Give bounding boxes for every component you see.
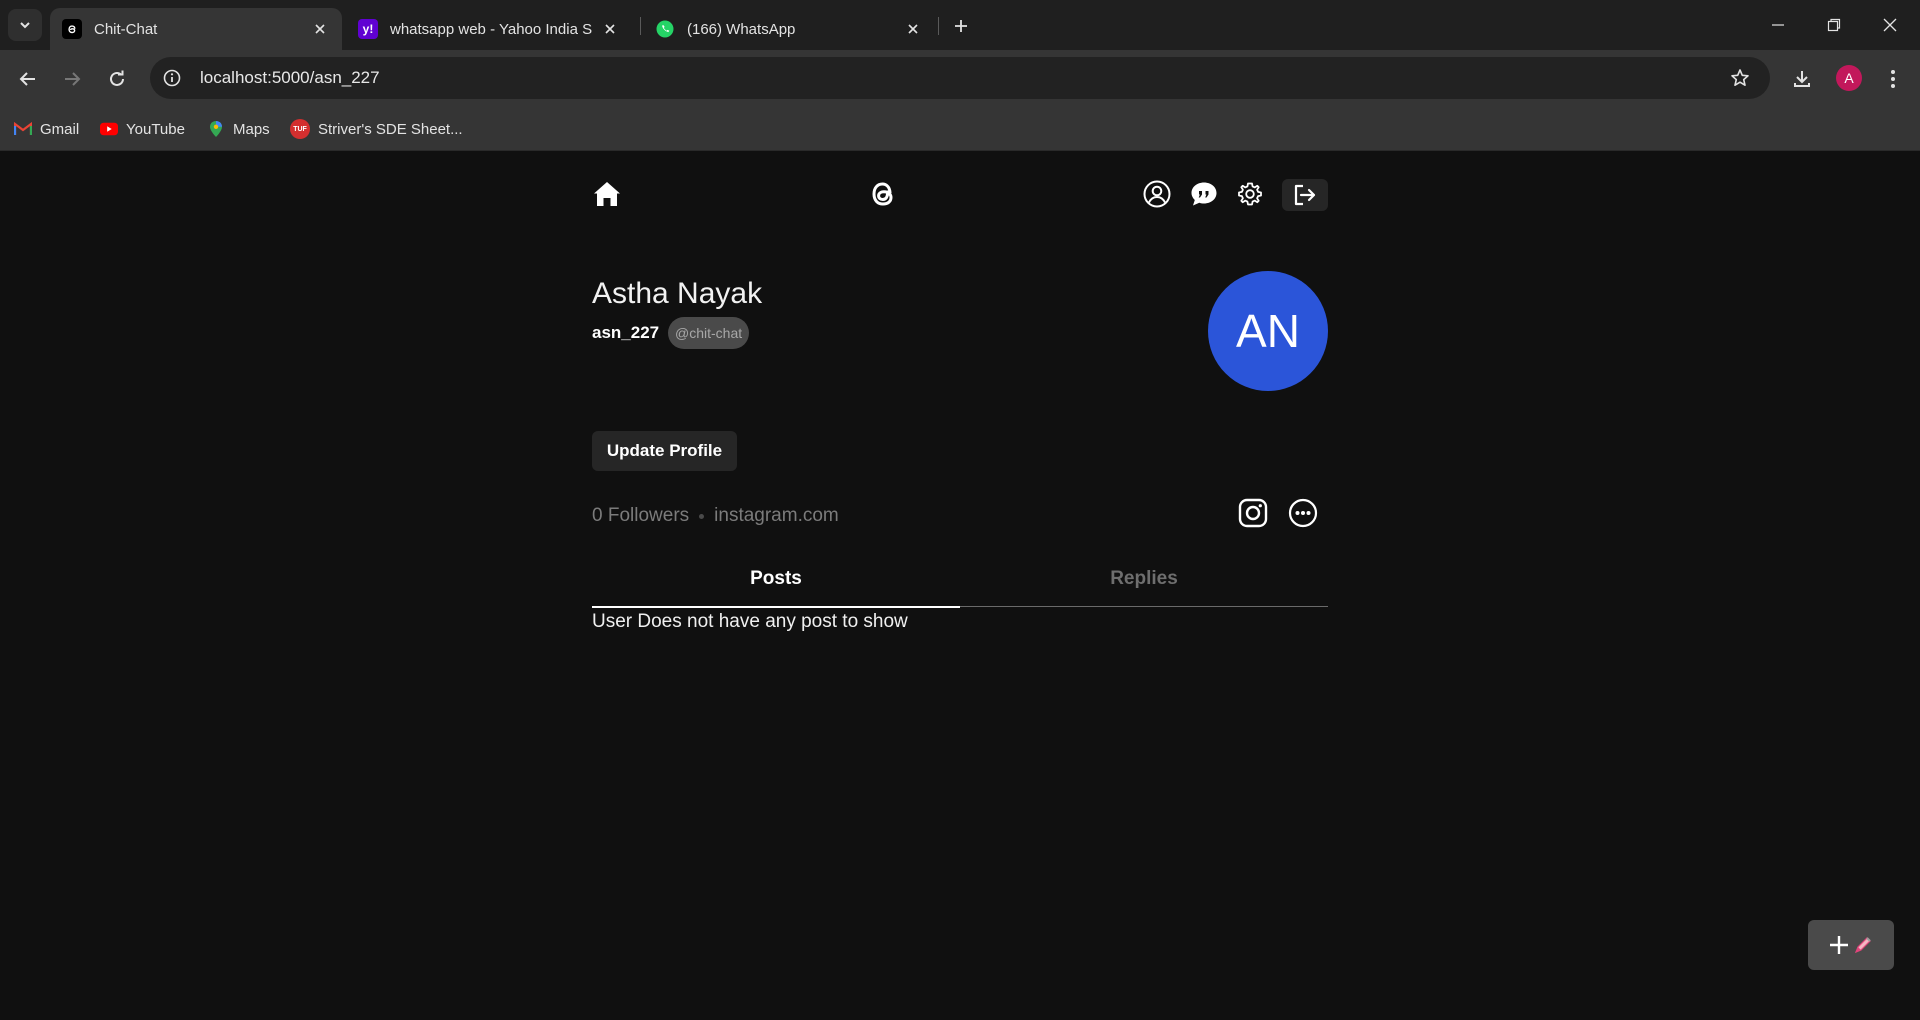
gmail-icon <box>14 120 32 138</box>
meta-separator <box>699 513 705 519</box>
minimize-button[interactable] <box>1750 0 1806 50</box>
tab-yahoo[interactable]: y! whatsapp web - Yahoo India Se <box>346 8 632 50</box>
bookmark-label: YouTube <box>126 120 185 138</box>
instagram-icon[interactable] <box>1236 496 1270 530</box>
bookmark-youtube[interactable]: YouTube <box>100 114 185 144</box>
tab-separator <box>640 17 641 35</box>
close-icon <box>1883 18 1897 32</box>
tab-posts[interactable]: Posts <box>592 551 960 608</box>
chat-icon[interactable] <box>1189 179 1219 209</box>
profile-username: asn_227 <box>592 323 660 342</box>
bookmark-label: Maps <box>233 120 270 138</box>
new-tab-button[interactable] <box>948 13 974 39</box>
close-icon[interactable] <box>310 19 330 39</box>
bookmark-strivers-sheet[interactable]: TUF Striver's SDE Sheet... <box>290 114 463 144</box>
close-icon[interactable] <box>600 19 620 39</box>
bookmark-label: Gmail <box>40 120 80 138</box>
downloads-button[interactable] <box>1786 63 1818 95</box>
plus-icon <box>1830 936 1848 954</box>
close-icon[interactable] <box>903 19 923 39</box>
logout-icon[interactable] <box>1282 179 1328 211</box>
download-icon <box>1794 71 1810 87</box>
bookmark-gmail[interactable]: Gmail <box>14 114 79 144</box>
maps-icon <box>207 120 225 138</box>
profile-container: Astha Nayak asn_227 @chit-chat AN Update… <box>592 151 1328 1020</box>
browser-toolbar: localhost:5000/asn_227 A <box>0 50 1920 108</box>
reload-button[interactable] <box>101 63 133 95</box>
empty-posts-message: User Does not have any post to show <box>592 611 908 632</box>
create-post-button[interactable] <box>1808 920 1894 970</box>
bookmark-maps[interactable]: Maps <box>207 114 270 144</box>
domain-badge: @chit-chat <box>668 317 750 349</box>
arrow-left-icon <box>19 72 35 86</box>
tab-replies[interactable]: Replies <box>960 551 1328 607</box>
back-button[interactable] <box>12 63 44 95</box>
tab-title: (166) WhatsApp <box>687 20 796 38</box>
followers-count: 0 Followers <box>592 505 690 526</box>
home-icon[interactable] <box>592 179 622 209</box>
profile-link[interactable]: instagram.com <box>714 505 839 527</box>
minimize-icon <box>1772 24 1784 26</box>
tab-whatsapp[interactable]: (166) WhatsApp <box>643 8 935 50</box>
forward-button[interactable] <box>56 63 88 95</box>
profile-tabs: Posts Replies <box>592 551 1328 608</box>
tab-title: whatsapp web - Yahoo India Se <box>390 20 592 38</box>
avatar: AN <box>1208 271 1328 391</box>
more-options-icon[interactable] <box>1286 496 1320 530</box>
bookmarks-bar: Gmail YouTube Maps TUF Striver's SDE She… <box>0 108 1920 151</box>
arrow-right-icon <box>65 72 81 86</box>
browser-tabstrip: Chit-Chat y! whatsapp web - Yahoo India … <box>0 0 1920 50</box>
profile-name: Astha Nayak <box>592 277 763 310</box>
tuf-icon: TUF <box>290 119 310 139</box>
tab-search-button[interactable] <box>8 9 42 41</box>
profile-icon[interactable] <box>1142 179 1172 209</box>
chevron-down-icon <box>20 22 30 29</box>
tab-chit-chat[interactable]: Chit-Chat <box>50 8 342 50</box>
settings-icon[interactable] <box>1235 179 1265 209</box>
threads-icon <box>62 19 82 39</box>
browser-profile-avatar[interactable]: A <box>1836 65 1862 91</box>
site-info-icon[interactable] <box>156 62 188 94</box>
pen-icon <box>1854 937 1871 954</box>
update-profile-button[interactable]: Update Profile <box>592 431 737 471</box>
close-window-button[interactable] <box>1862 0 1918 50</box>
youtube-icon <box>100 120 118 138</box>
app-page: Astha Nayak asn_227 @chit-chat AN Update… <box>0 151 1920 1020</box>
restore-icon <box>1827 18 1841 32</box>
address-bar[interactable]: localhost:5000/asn_227 <box>150 57 1770 99</box>
tab-separator <box>938 17 939 35</box>
reload-icon <box>110 70 124 86</box>
url-text[interactable]: localhost:5000/asn_227 <box>200 68 1724 88</box>
browser-menu-button[interactable] <box>1877 63 1909 95</box>
app-logo-icon[interactable] <box>866 177 900 211</box>
profile-meta: 0 Followers instagram.com <box>592 505 839 527</box>
bookmark-star-icon[interactable] <box>1724 62 1756 94</box>
whatsapp-icon <box>655 19 675 39</box>
bookmark-label: Striver's SDE Sheet... <box>318 120 463 138</box>
restore-button[interactable] <box>1806 0 1862 50</box>
tab-title: Chit-Chat <box>94 20 158 38</box>
kebab-menu-icon <box>1891 70 1895 88</box>
yahoo-icon: y! <box>358 19 378 39</box>
plus-icon <box>955 20 967 32</box>
